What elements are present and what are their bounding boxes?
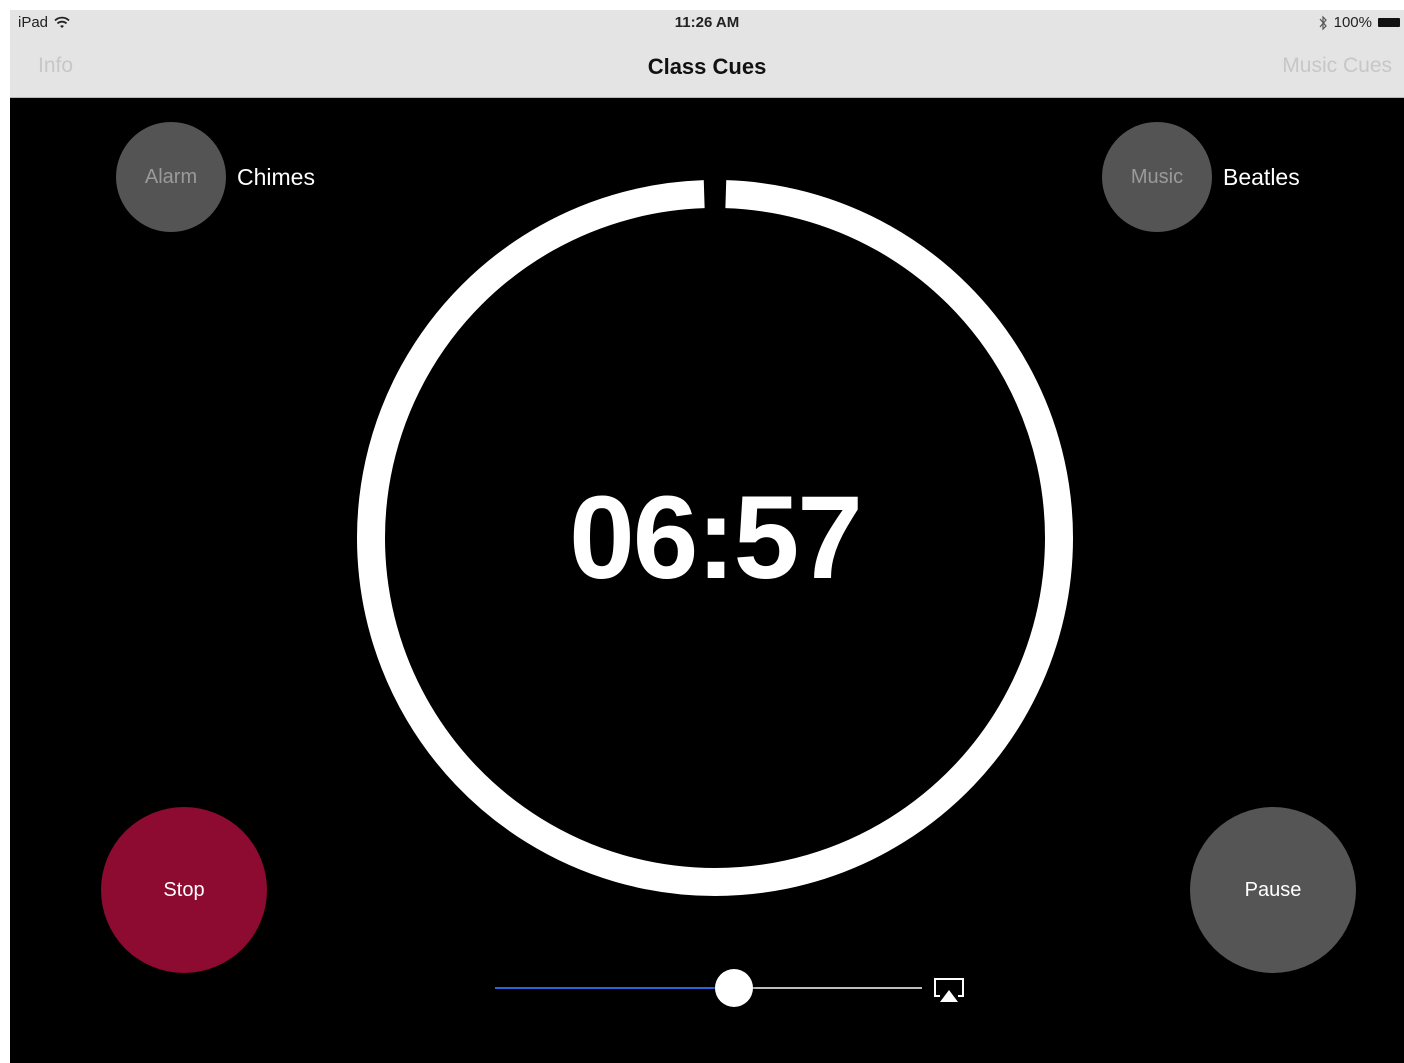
status-right: 100% — [1318, 14, 1400, 31]
page-title: Class Cues — [647, 54, 767, 79]
slider-thumb[interactable] — [715, 969, 754, 1007]
pause-button[interactable]: Pause — [1190, 807, 1356, 973]
volume-slider[interactable] — [495, 968, 922, 1008]
bluetooth-icon — [1319, 15, 1327, 30]
alarm-sound-label[interactable]: Chimes — [237, 164, 315, 191]
music-selection-label[interactable]: Beatles — [1223, 164, 1300, 191]
status-time: 11:26 AM — [674, 14, 740, 31]
airplay-icon[interactable] — [932, 976, 966, 1004]
stop-button[interactable]: Stop — [101, 807, 267, 973]
music-button[interactable]: Music — [1102, 122, 1212, 232]
battery-percent: 100% — [1333, 14, 1372, 31]
app-screen: iPad 11:26 AM 100% Info Class Cues Music… — [10, 10, 1404, 1063]
slider-fill — [495, 987, 735, 989]
timer-display: 06:57 — [569, 472, 863, 604]
battery-icon — [1378, 18, 1400, 27]
music-cues-button[interactable]: Music Cues — [1282, 54, 1392, 78]
alarm-button[interactable]: Alarm — [116, 122, 226, 232]
top-bar: iPad 11:26 AM 100% Info Class Cues Music… — [10, 10, 1404, 98]
